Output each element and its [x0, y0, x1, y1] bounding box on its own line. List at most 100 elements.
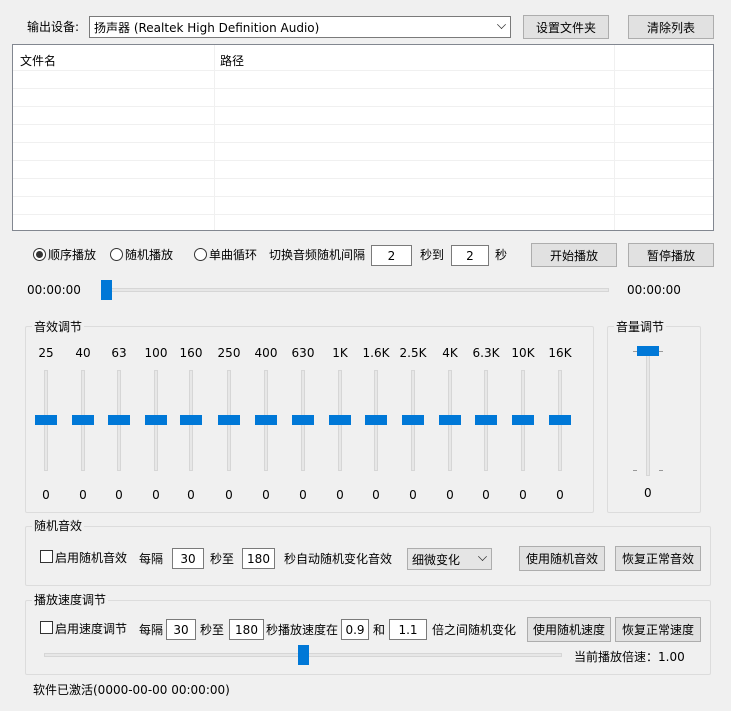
- list-row-divider: [13, 106, 713, 107]
- eq-band-freq-label: 630: [291, 346, 315, 360]
- eq-band-freq-label: 1K: [332, 346, 348, 360]
- output-device-select[interactable]: 扬声器 (Realtek High Definition Audio): [89, 16, 511, 38]
- progress-thumb[interactable]: [101, 280, 112, 300]
- sequential-play-label[interactable]: 顺序播放: [48, 248, 96, 262]
- speed-and-label: 和: [373, 623, 386, 637]
- random-effect-checkbox[interactable]: [40, 550, 53, 563]
- list-row-divider: [13, 142, 713, 143]
- eq-band-thumb[interactable]: [475, 415, 497, 425]
- speed-between-label: 倍之间随机变化: [432, 623, 517, 637]
- time-total: 00:00:00: [627, 283, 681, 297]
- eq-band-value: 0: [556, 488, 564, 502]
- eq-band-thumb[interactable]: [145, 415, 167, 425]
- output-device-label: 输出设备:: [27, 20, 80, 34]
- start-play-button[interactable]: 开始播放: [531, 243, 617, 267]
- use-random-effect-button[interactable]: 使用随机音效: [519, 546, 605, 571]
- eq-band-value: 0: [262, 488, 270, 502]
- eq-band-freq-label: 2.5K: [399, 346, 427, 360]
- interval-to-input[interactable]: 2: [451, 245, 489, 266]
- speed-max-input[interactable]: 1.1: [389, 619, 427, 640]
- eq-band-freq-label: 160: [179, 346, 203, 360]
- eq-band-freq-label: 10K: [511, 346, 535, 360]
- random-effect-to-input[interactable]: 180: [242, 548, 275, 569]
- speed-range-label: 秒播放速度在: [266, 623, 339, 637]
- random-play-label[interactable]: 随机播放: [125, 248, 173, 262]
- list-row-divider: [13, 70, 713, 71]
- single-loop-label[interactable]: 单曲循环: [209, 248, 257, 262]
- random-play-radio[interactable]: [110, 248, 123, 261]
- use-random-speed-button[interactable]: 使用随机速度: [527, 617, 611, 642]
- eq-band-thumb[interactable]: [512, 415, 534, 425]
- file-list[interactable]: 文件名 路径: [12, 44, 714, 231]
- volume-tick-bottom: [659, 470, 663, 471]
- eq-band-value: 0: [519, 488, 527, 502]
- progress-track[interactable]: [101, 288, 609, 292]
- eq-band-value: 0: [409, 488, 417, 502]
- column-header-filename[interactable]: 文件名: [20, 54, 56, 68]
- eq-band-value: 0: [115, 488, 123, 502]
- eq-band-thumb[interactable]: [218, 415, 240, 425]
- restore-normal-speed-button[interactable]: 恢复正常速度: [615, 617, 701, 642]
- column-divider: [614, 45, 615, 230]
- interval-from-input[interactable]: 2: [371, 245, 412, 266]
- speed-min-input[interactable]: 0.9: [341, 619, 369, 640]
- chevron-down-icon: [497, 20, 506, 29]
- current-speed-label: 当前播放倍速：1.00: [574, 650, 685, 664]
- random-effect-mode-select[interactable]: 细微变化: [407, 548, 492, 570]
- random-effect-enable-label[interactable]: 启用随机音效: [55, 551, 127, 565]
- eq-band-thumb[interactable]: [549, 415, 571, 425]
- volume-track[interactable]: [646, 348, 650, 476]
- eq-band-thumb[interactable]: [292, 415, 314, 425]
- eq-band-thumb[interactable]: [255, 415, 277, 425]
- eq-band-thumb[interactable]: [35, 415, 57, 425]
- restore-normal-effect-button[interactable]: 恢复正常音效: [615, 546, 701, 571]
- random-effect-from-input[interactable]: 30: [172, 548, 204, 569]
- eq-band-thumb[interactable]: [365, 415, 387, 425]
- eq-band-thumb[interactable]: [72, 415, 94, 425]
- time-current: 00:00:00: [27, 283, 81, 297]
- eq-band-value: 0: [299, 488, 307, 502]
- eq-band-thumb[interactable]: [329, 415, 351, 425]
- switch-interval-label: 切换音频随机间隔: [269, 248, 366, 262]
- speed-slider-thumb[interactable]: [297, 645, 309, 665]
- speed-checkbox[interactable]: [40, 621, 53, 634]
- eq-title: 音效调节: [32, 320, 85, 334]
- eq-band-value: 0: [79, 488, 87, 502]
- speed-enable-label[interactable]: 启用速度调节: [55, 622, 127, 636]
- volume-tick-bottom: [633, 470, 637, 471]
- sec-to-label: 秒到: [420, 248, 445, 262]
- eq-band-thumb[interactable]: [180, 415, 202, 425]
- random-effect-mode-value: 细微变化: [412, 552, 461, 567]
- sec-label: 秒: [495, 248, 508, 262]
- random-effect-to-label: 秒至: [210, 552, 235, 566]
- eq-band-freq-label: 400: [254, 346, 278, 360]
- eq-band-value: 0: [482, 488, 490, 502]
- eq-band-freq-label: 63: [111, 346, 127, 360]
- column-divider: [214, 45, 215, 230]
- eq-band-freq-label: 4K: [442, 346, 458, 360]
- eq-band-freq-label: 25: [38, 346, 54, 360]
- eq-band-thumb[interactable]: [108, 415, 130, 425]
- set-folder-button[interactable]: 设置文件夹: [523, 15, 609, 39]
- column-header-path[interactable]: 路径: [220, 54, 244, 68]
- eq-band-value: 0: [446, 488, 454, 502]
- eq-band-freq-label: 250: [217, 346, 241, 360]
- volume-title: 音量调节: [614, 320, 667, 334]
- eq-band-thumb[interactable]: [402, 415, 424, 425]
- speed-to-input[interactable]: 180: [229, 619, 264, 640]
- volume-thumb[interactable]: [637, 346, 659, 356]
- output-device-value: 扬声器 (Realtek High Definition Audio): [94, 20, 320, 35]
- eq-band-thumb[interactable]: [439, 415, 461, 425]
- sequential-play-radio[interactable]: [33, 248, 46, 261]
- speed-every-label: 每隔: [139, 623, 164, 637]
- list-row-divider: [13, 88, 713, 89]
- eq-band-freq-label: 100: [144, 346, 168, 360]
- eq-band-value: 0: [225, 488, 233, 502]
- single-loop-radio[interactable]: [194, 248, 207, 261]
- random-effect-suffix-label: 秒自动随机变化音效: [284, 552, 393, 566]
- clear-list-button[interactable]: 清除列表: [628, 15, 714, 39]
- activation-status: 软件已激活(0000-00-00 00:00:00): [33, 683, 230, 697]
- speed-from-input[interactable]: 30: [166, 619, 196, 640]
- pause-play-button[interactable]: 暂停播放: [628, 243, 714, 267]
- eq-band-value: 0: [42, 488, 50, 502]
